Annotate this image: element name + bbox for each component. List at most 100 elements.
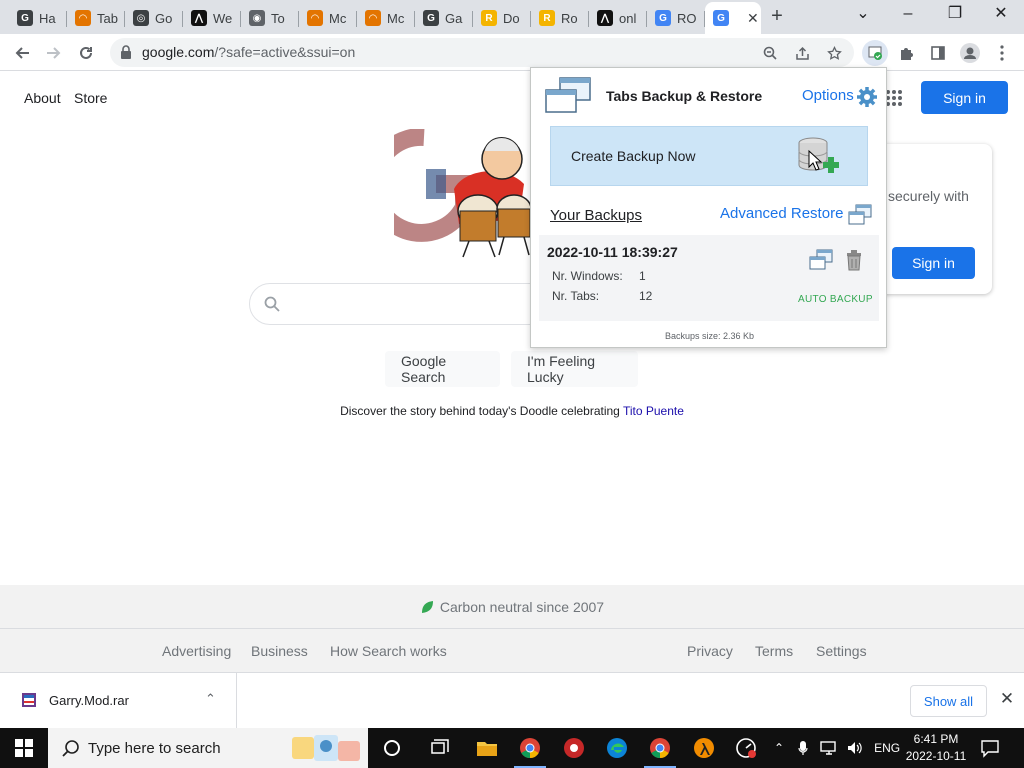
- trash-icon[interactable]: [845, 249, 863, 271]
- footer-privacy-link[interactable]: Privacy: [687, 643, 733, 659]
- tray-overflow-chevron-icon[interactable]: ⌃: [774, 741, 784, 755]
- reload-icon: [80, 46, 92, 59]
- tab[interactable]: R Do: [473, 4, 531, 32]
- edge-icon[interactable]: [605, 736, 629, 760]
- tab[interactable]: ◠ Tab: [67, 4, 125, 32]
- auto-backup-label: AUTO BACKUP: [798, 294, 873, 305]
- tab-label: We: [213, 10, 233, 26]
- footer-how-search-works-link[interactable]: How Search works: [330, 643, 447, 659]
- options-link[interactable]: Options: [802, 87, 854, 104]
- tab-label: Ro: [561, 10, 578, 26]
- tab-search-chevron-icon[interactable]: ⌄: [848, 4, 878, 26]
- your-backups-link[interactable]: Your Backups: [550, 207, 642, 224]
- tab-close-icon[interactable]: ✕: [747, 10, 759, 27]
- close-download-bar-icon[interactable]: ✕: [997, 689, 1017, 709]
- popup-title: Tabs Backup & Restore: [606, 88, 763, 104]
- tab[interactable]: G Ha: [9, 4, 67, 32]
- reload-button[interactable]: [73, 40, 99, 66]
- taskbar-clock[interactable]: 6:41 PM 2022-10-11: [900, 731, 972, 765]
- taskbar-search-placeholder: Type here to search: [88, 740, 221, 757]
- tab[interactable]: ◠ Mc: [299, 4, 357, 32]
- gear-icon[interactable]: [856, 86, 878, 108]
- tab[interactable]: ⋀ onl: [589, 4, 647, 32]
- chrome-app-icon[interactable]: [562, 736, 586, 760]
- tab-label: Ha: [39, 10, 56, 26]
- tab-label: To: [271, 10, 285, 26]
- footer-settings-link[interactable]: Settings: [816, 643, 867, 659]
- tab[interactable]: G RO: [647, 4, 705, 32]
- search-icon: [62, 740, 79, 757]
- tab-strip: G Ha ◠ Tab ◎ Go ⋀ We ◉ To ◠ Mc ◠ Mc G Ga R Do R Ro ⋀ onl G RO G ✕…: [0, 0, 1024, 34]
- download-item[interactable]: Garry.Mod.rar ⌃: [0, 673, 237, 728]
- speedometer-app-icon[interactable]: [734, 736, 758, 760]
- tito-puente-link[interactable]: Tito Puente: [623, 404, 684, 418]
- backups-size-text: Backups size: 2.36 Kb: [664, 331, 755, 341]
- carbon-neutral-row: Carbon neutral since 2007: [0, 585, 1024, 629]
- tab[interactable]: G Ga: [415, 4, 473, 32]
- sign-in-card-button[interactable]: Sign in: [892, 247, 975, 279]
- microphone-icon[interactable]: [798, 740, 808, 756]
- volume-icon[interactable]: [846, 740, 864, 756]
- restore-windows-icon[interactable]: [809, 249, 833, 271]
- chrome-active-taskbar-icon[interactable]: [644, 736, 676, 768]
- address-bar[interactable]: google.com/?safe=active&ssui=on: [110, 38, 854, 67]
- tab[interactable]: ⋀ We: [183, 4, 241, 32]
- zoom-icon[interactable]: [760, 43, 780, 63]
- google-doodle-image[interactable]: [394, 129, 544, 259]
- show-all-button[interactable]: Show all: [910, 685, 987, 717]
- tab[interactable]: ◎ Go: [125, 4, 183, 32]
- network-icon[interactable]: [820, 740, 838, 756]
- doodle-caption-text: Discover the story behind today's Doodle…: [340, 404, 623, 418]
- bookmark-star-icon[interactable]: [824, 43, 844, 63]
- restore-button[interactable]: ❐: [940, 4, 970, 26]
- task-view-icon[interactable]: [428, 736, 452, 760]
- chrome-menu-icon[interactable]: [989, 40, 1015, 66]
- carbon-neutral-text[interactable]: Carbon neutral since 2007: [440, 599, 604, 615]
- chevron-up-icon[interactable]: ⌃: [205, 691, 216, 707]
- side-panel-icon[interactable]: [925, 40, 951, 66]
- sign-in-button[interactable]: Sign in: [921, 81, 1008, 114]
- tabs-backup-popup: Tabs Backup & Restore Options Create Bac…: [530, 67, 887, 348]
- tabs-backup-extension-icon[interactable]: [862, 40, 888, 66]
- advanced-restore-icon[interactable]: [848, 204, 872, 226]
- start-button[interactable]: [0, 728, 48, 768]
- forward-button[interactable]: [41, 40, 67, 66]
- tab-label: Do: [503, 10, 520, 26]
- tab-label: Mc: [329, 10, 347, 26]
- share-icon[interactable]: [792, 43, 812, 63]
- back-button[interactable]: [9, 40, 35, 66]
- browser-toolbar: google.com/?safe=active&ssui=on: [0, 34, 1024, 71]
- create-backup-button[interactable]: Create Backup Now: [550, 126, 868, 186]
- feeling-lucky-button[interactable]: I'm Feeling Lucky: [511, 351, 638, 387]
- lock-icon[interactable]: [120, 45, 132, 59]
- tab-favicon-icon: ⋀: [191, 10, 207, 26]
- minimize-button[interactable]: –: [893, 4, 923, 26]
- footer-advertising-link[interactable]: Advertising: [162, 643, 231, 659]
- store-link[interactable]: Store: [74, 90, 107, 106]
- tab[interactable]: ◠ Mc: [357, 4, 415, 32]
- input-language[interactable]: ENG: [874, 741, 900, 755]
- taskbar-search-box[interactable]: Type here to search: [48, 728, 368, 768]
- chrome-taskbar-icon[interactable]: [514, 736, 546, 768]
- half-life-lambda-icon[interactable]: [692, 736, 716, 760]
- tabs-count-value: 12: [639, 289, 653, 303]
- tab[interactable]: R Ro: [531, 4, 589, 32]
- advanced-restore-link[interactable]: Advanced Restore: [720, 205, 843, 222]
- back-arrow-icon: [15, 47, 29, 59]
- footer-terms-link[interactable]: Terms: [755, 643, 793, 659]
- profile-avatar-icon[interactable]: [957, 40, 983, 66]
- extensions-puzzle-icon[interactable]: [893, 40, 919, 66]
- tab[interactable]: ◉ To: [241, 4, 299, 32]
- file-explorer-icon[interactable]: [475, 736, 499, 760]
- google-search-button[interactable]: Google Search: [385, 351, 500, 387]
- footer-business-link[interactable]: Business: [251, 643, 308, 659]
- about-link[interactable]: About: [24, 90, 61, 106]
- new-tab-button[interactable]: +: [766, 6, 788, 28]
- notification-center-icon[interactable]: [980, 738, 1000, 758]
- tab-active[interactable]: G ✕: [705, 2, 761, 34]
- google-apps-icon[interactable]: [886, 90, 902, 106]
- cortana-icon[interactable]: [380, 736, 404, 760]
- close-window-button[interactable]: ✕: [986, 4, 1016, 26]
- url-host: google.com: [142, 44, 215, 60]
- backup-entry[interactable]: 2022-10-11 18:39:27 Nr. Windows: 1 Nr. T…: [539, 235, 879, 321]
